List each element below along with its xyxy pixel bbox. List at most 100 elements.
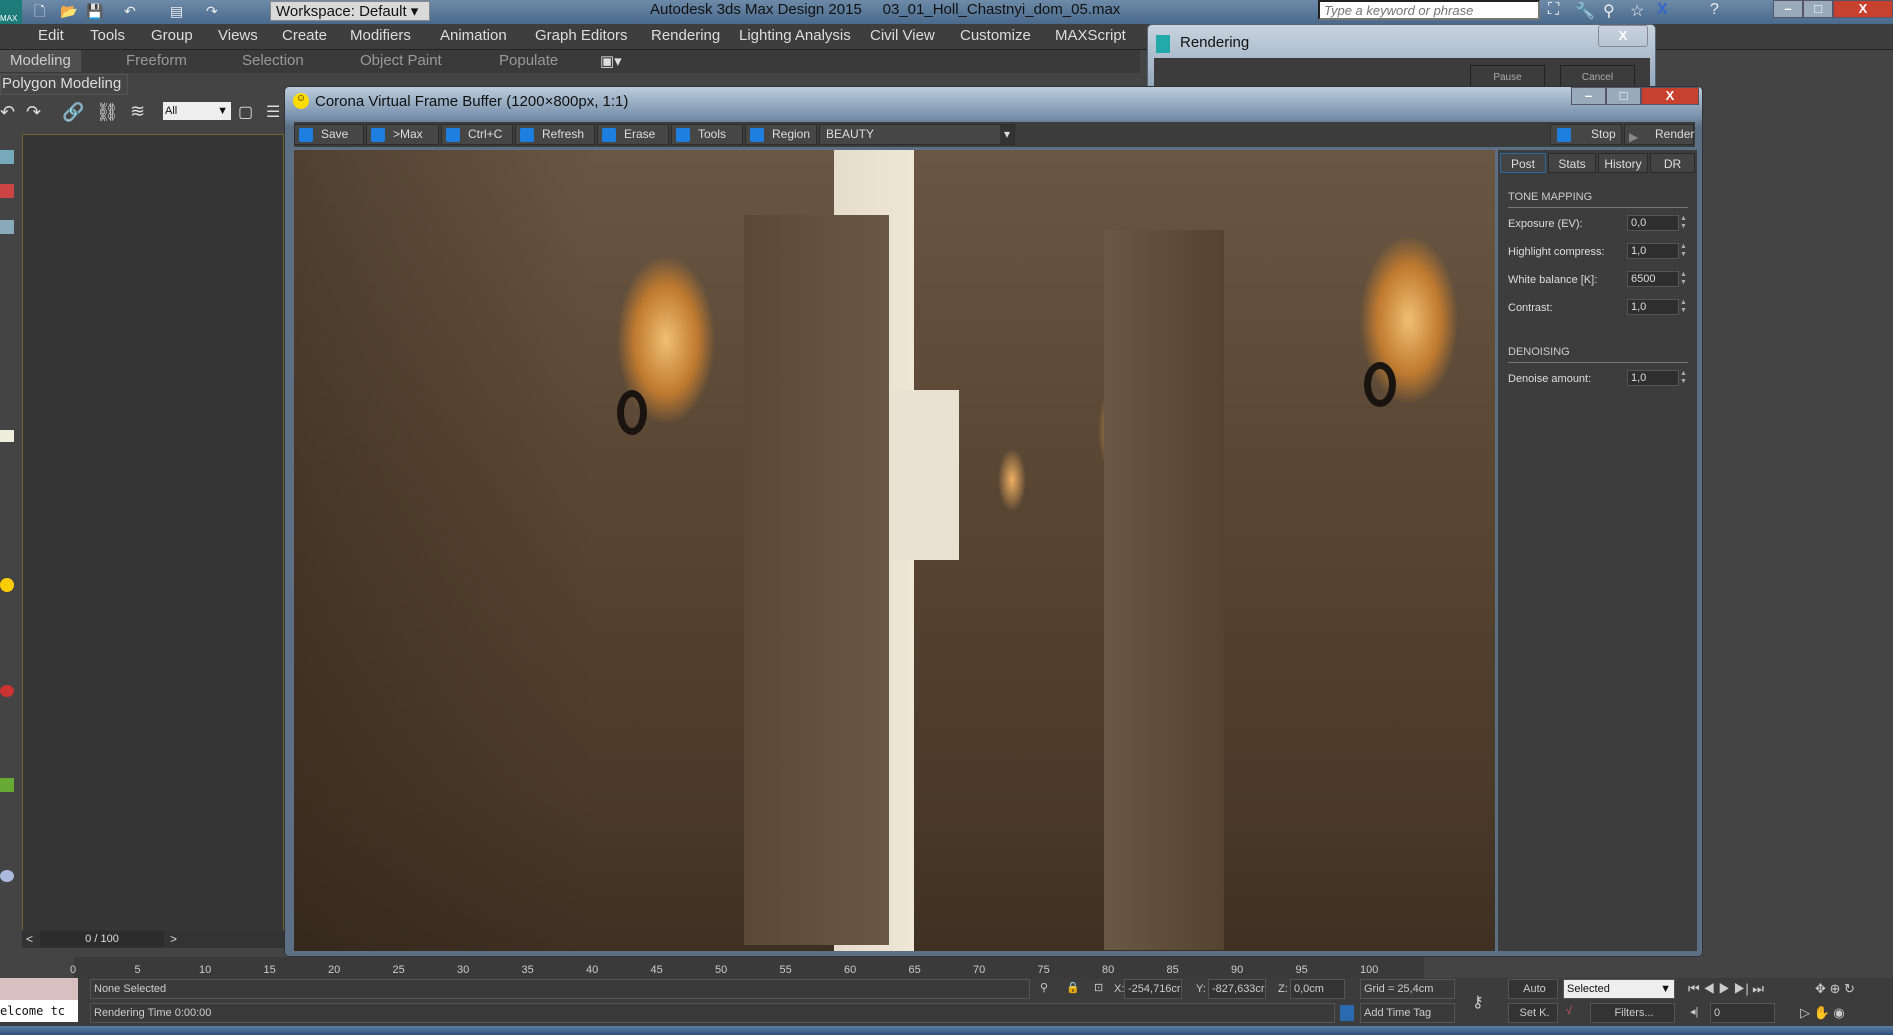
- vfb-region-button[interactable]: Region: [745, 124, 817, 145]
- channel-dropdown[interactable]: BEAUTY ▾: [819, 124, 1015, 145]
- help-icon[interactable]: ?: [1710, 1, 1719, 19]
- vfb-render-button[interactable]: ▶ Render: [1624, 124, 1694, 145]
- filters-button[interactable]: Filters...: [1590, 1003, 1675, 1023]
- white-balance-spinner[interactable]: ▲ ▼: [1680, 271, 1690, 287]
- vfb-tools-button[interactable]: Tools: [671, 124, 743, 145]
- star-icon[interactable]: ☆: [1630, 1, 1644, 21]
- redo-icon[interactable]: ↷: [206, 3, 222, 19]
- white-balance-input[interactable]: 6500: [1627, 271, 1679, 287]
- frame-counter[interactable]: 0 / 100: [40, 931, 164, 947]
- auto-key-button[interactable]: Auto: [1508, 979, 1558, 999]
- minimize-button[interactable]: –: [1773, 0, 1803, 18]
- menu-graph-editors[interactable]: Graph Editors: [535, 27, 628, 44]
- wrench-icon[interactable]: 🔧: [1575, 1, 1595, 21]
- tab-post[interactable]: Post: [1500, 153, 1546, 173]
- undo-icon[interactable]: ↶: [0, 102, 15, 123]
- maxscript-mini-listener[interactable]: [0, 978, 78, 1000]
- save-file-icon[interactable]: 💾: [86, 3, 103, 19]
- current-frame-input[interactable]: 0: [1710, 1003, 1775, 1023]
- close-button[interactable]: X: [1833, 0, 1893, 18]
- absolute-mode-icon[interactable]: ⊡: [1094, 981, 1103, 994]
- contrast-spinner[interactable]: ▲ ▼: [1680, 299, 1690, 315]
- viewport[interactable]: [22, 134, 284, 934]
- highlight-compress-spinner[interactable]: ▲ ▼: [1680, 243, 1690, 259]
- lock-icon[interactable]: 🔒: [1066, 981, 1080, 994]
- ribbon-options-icon[interactable]: ▣▾: [600, 52, 622, 70]
- next-frame-button[interactable]: >: [170, 932, 177, 946]
- workspace-dropdown[interactable]: Workspace: Default ▾: [270, 1, 430, 21]
- vfb-close-button[interactable]: X: [1641, 87, 1699, 105]
- polygon-modeling-panel[interactable]: Polygon Modeling: [0, 74, 128, 95]
- menu-rendering[interactable]: Rendering: [651, 27, 720, 44]
- vfb-maximize-button[interactable]: □: [1606, 87, 1641, 105]
- menu-group[interactable]: Group: [151, 27, 193, 44]
- isolate-icon[interactable]: ⚲: [1040, 981, 1048, 994]
- project-icon[interactable]: ▤: [170, 3, 186, 19]
- cancel-button[interactable]: Cancel: [1560, 65, 1635, 87]
- sphere-icon[interactable]: [0, 870, 14, 882]
- pan-orbit-icons[interactable]: ▷ ✋ ◉: [1800, 1005, 1845, 1021]
- select-by-name-icon[interactable]: ☰: [266, 102, 280, 122]
- satellite-icon[interactable]: ⚲: [1603, 1, 1615, 21]
- set-key-button[interactable]: Set K.: [1508, 1003, 1558, 1023]
- menu-civil-view[interactable]: Civil View: [870, 27, 935, 44]
- menu-edit[interactable]: Edit: [38, 27, 64, 44]
- exposure-input[interactable]: 0,0: [1627, 215, 1679, 231]
- teapot-icon[interactable]: [0, 150, 14, 164]
- select-object-icon[interactable]: ▢: [238, 102, 253, 122]
- menu-tools[interactable]: Tools: [90, 27, 125, 44]
- tab-freeform[interactable]: Freeform: [126, 52, 187, 69]
- key-curve-icon[interactable]: √: [1566, 1005, 1572, 1017]
- menu-create[interactable]: Create: [282, 27, 327, 44]
- contrast-input[interactable]: 1,0: [1627, 299, 1679, 315]
- link-icon[interactable]: 🔗: [62, 102, 84, 123]
- unlink-icon[interactable]: ⛓: [96, 102, 119, 123]
- undo-icon[interactable]: ↶: [124, 3, 140, 19]
- selection-filter-dropdown[interactable]: All ▼: [163, 102, 231, 120]
- menu-lighting-analysis[interactable]: Lighting Analysis: [739, 27, 851, 44]
- denoise-amount-spinner[interactable]: ▲ ▼: [1680, 370, 1690, 386]
- z-coordinate[interactable]: 0,0cm: [1290, 979, 1345, 999]
- y-coordinate[interactable]: -827,633cr: [1208, 979, 1266, 999]
- x-coordinate[interactable]: -254,716cr: [1124, 979, 1182, 999]
- key-icon[interactable]: ⚷: [1472, 992, 1484, 1012]
- vfb-stop-button[interactable]: Stop: [1550, 124, 1622, 145]
- material-editor-icon[interactable]: [0, 220, 14, 234]
- denoise-amount-input[interactable]: 1,0: [1627, 370, 1679, 386]
- grass-icon[interactable]: [0, 778, 14, 792]
- tab-history[interactable]: History: [1598, 153, 1648, 173]
- vfb-minimize-button[interactable]: –: [1571, 87, 1606, 105]
- menu-modifiers[interactable]: Modifiers: [350, 27, 411, 44]
- highlight-compress-input[interactable]: 1,0: [1627, 243, 1679, 259]
- app-logo[interactable]: MAX: [0, 0, 22, 24]
- timeline-ruler[interactable]: 0 5 10 15 20 25 30 35 40 45 50 55 60 65 70 75 80 85 90 95 10…: [70, 957, 1424, 979]
- menu-animation[interactable]: Animation: [440, 27, 507, 44]
- redo-icon[interactable]: ↷: [26, 102, 41, 123]
- menu-customize[interactable]: Customize: [960, 27, 1031, 44]
- playback-controls[interactable]: ⏮ ◀ ▶ ▶| ⏭: [1688, 981, 1764, 997]
- key-filter-dropdown[interactable]: Selected ▼: [1563, 979, 1675, 999]
- vfb-copy-button[interactable]: Ctrl+C: [441, 124, 513, 145]
- time-slider[interactable]: < 0 / 100 >: [22, 930, 284, 948]
- open-file-icon[interactable]: 📂: [60, 3, 77, 19]
- tab-modeling[interactable]: Modeling: [0, 50, 81, 72]
- search-input[interactable]: [1318, 0, 1540, 20]
- exposure-spinner[interactable]: ▲ ▼: [1680, 215, 1690, 231]
- vfb-refresh-button[interactable]: Refresh: [515, 124, 595, 145]
- binoculars-icon[interactable]: ⛶: [1548, 1, 1559, 19]
- particle-icon[interactable]: [0, 685, 14, 697]
- plane-light-icon[interactable]: [0, 430, 14, 442]
- exchange-icon[interactable]: X: [1657, 1, 1668, 19]
- vfb-erase-button[interactable]: Erase: [597, 124, 669, 145]
- rendering-close-button[interactable]: X: [1598, 25, 1648, 47]
- sun-icon[interactable]: [0, 578, 14, 592]
- new-file-icon[interactable]: 🗋: [34, 3, 50, 19]
- maximize-button[interactable]: □: [1803, 0, 1833, 18]
- add-time-tag-button[interactable]: Add Time Tag: [1360, 1003, 1455, 1023]
- tab-populate[interactable]: Populate: [499, 52, 558, 69]
- vfb-save-button[interactable]: Save: [294, 124, 364, 145]
- navigation-controls[interactable]: ✥ ⊕ ↻: [1815, 981, 1855, 997]
- tab-dr[interactable]: DR: [1650, 153, 1695, 173]
- vfb-tomax-button[interactable]: >Max: [366, 124, 439, 145]
- bind-space-warp-icon[interactable]: ≋: [130, 101, 145, 122]
